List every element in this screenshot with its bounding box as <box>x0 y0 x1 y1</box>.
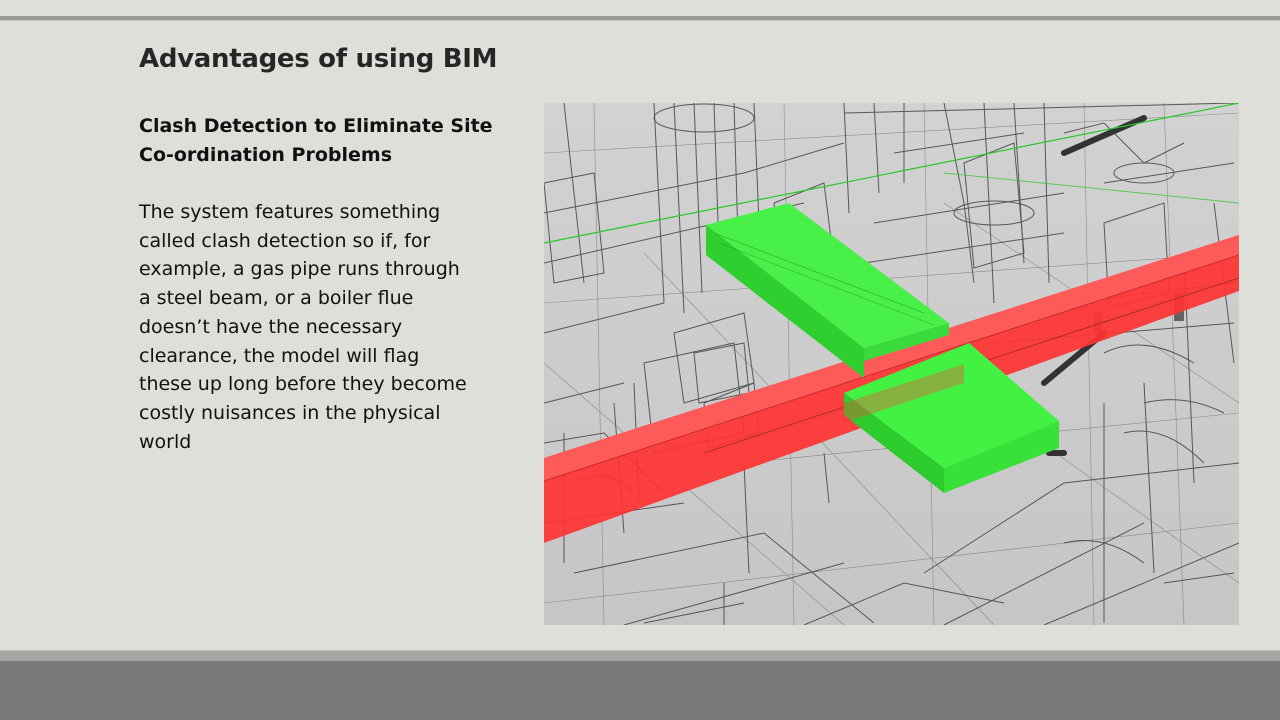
slide-title: Advantages of using BIM <box>139 44 498 74</box>
body-line: these up long before they become <box>139 373 467 396</box>
body-line: called clash detection so if, for <box>139 229 431 252</box>
body-line: example, a gas pipe runs through <box>139 258 460 281</box>
slide-subtitle: Clash Detection to Eliminate Site Co-ord… <box>139 112 519 170</box>
subtitle-line: Clash Detection to Eliminate Site <box>139 115 493 137</box>
slide: Advantages of using BIM Clash Detection … <box>0 0 1280 720</box>
subtitle-line: Co-ordination Problems <box>139 144 393 166</box>
body-line: costly nuisances in the physical <box>139 401 441 424</box>
top-divider <box>0 16 1280 21</box>
bim-clash-render-image <box>544 103 1239 625</box>
body-line: a steel beam, or a boiler flue <box>139 287 414 310</box>
body-line: world <box>139 430 192 453</box>
bim-wireframe-figure <box>544 103 1239 625</box>
footer-band <box>0 650 1280 720</box>
body-paragraph: The system features something called cla… <box>139 198 529 456</box>
body-line: doesn’t have the necessary <box>139 315 403 338</box>
body-line: The system features something <box>139 201 441 223</box>
footer-band-edge <box>0 650 1280 661</box>
body-line: clearance, the model will flag <box>139 344 420 367</box>
